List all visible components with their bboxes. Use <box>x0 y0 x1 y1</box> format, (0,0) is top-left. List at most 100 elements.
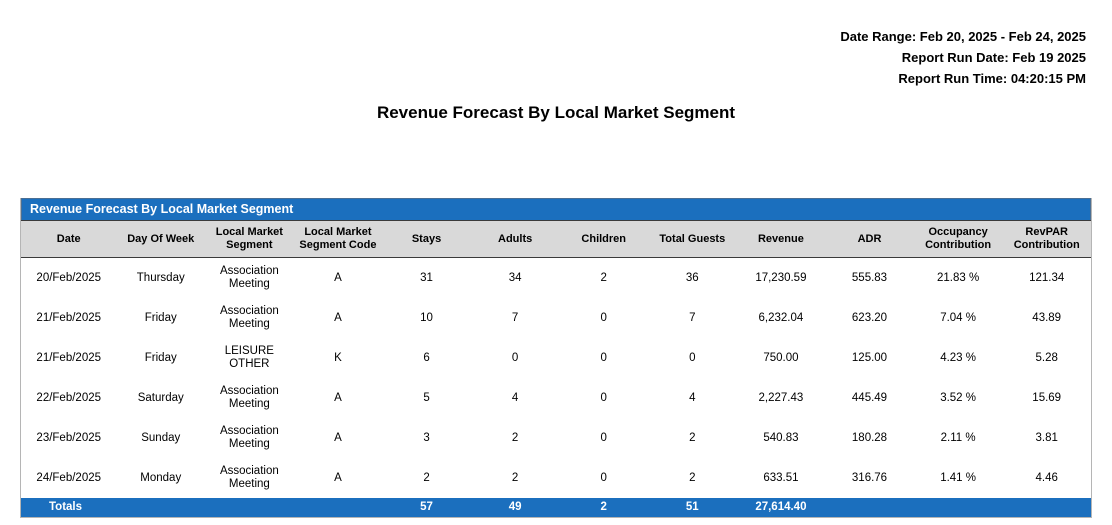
table-cell: 2.11 % <box>914 418 1003 458</box>
report-run-time-text: Report Run Time: 04:20:15 PM <box>840 68 1086 89</box>
table-cell: A <box>294 378 383 418</box>
table-cell: 2 <box>471 418 560 458</box>
table-cell: 0 <box>559 338 648 378</box>
table-cell: 5 <box>382 378 471 418</box>
table-cell: 180.28 <box>825 418 914 458</box>
table-cell: 633.51 <box>737 458 826 498</box>
table-cell: Association Meeting <box>205 378 294 418</box>
column-header: Local Market Segment Code <box>294 221 383 258</box>
table-cell: 125.00 <box>825 338 914 378</box>
table-cell: 750.00 <box>737 338 826 378</box>
totals-cell: 49 <box>471 498 560 517</box>
table-cell: 21.83 % <box>914 258 1003 299</box>
totals-cell <box>1002 498 1091 517</box>
table-cell: 0 <box>471 338 560 378</box>
table-cell: 15.69 <box>1002 378 1091 418</box>
table-row: 20/Feb/2025ThursdayAssociation MeetingA3… <box>21 258 1091 299</box>
table-row: 23/Feb/2025SundayAssociation MeetingA320… <box>21 418 1091 458</box>
column-header: Revenue <box>737 221 826 258</box>
date-range-text: Date Range: Feb 20, 2025 - Feb 24, 2025 <box>840 26 1086 47</box>
totals-cell: 27,614.40 <box>737 498 826 517</box>
report-meta: Date Range: Feb 20, 2025 - Feb 24, 2025 … <box>840 26 1086 89</box>
table-cell: 20/Feb/2025 <box>21 258 116 299</box>
table-row: 21/Feb/2025FridayLEISURE OTHERK6000750.0… <box>21 338 1091 378</box>
table-cell: Association Meeting <box>205 458 294 498</box>
table-cell: 43.89 <box>1002 298 1091 338</box>
table-cell: A <box>294 418 383 458</box>
table-cell: 1.41 % <box>914 458 1003 498</box>
column-header: RevPAR Contribution <box>1002 221 1091 258</box>
totals-cell: 57 <box>382 498 471 517</box>
totals-cell <box>294 498 383 517</box>
report-run-date-text: Report Run Date: Feb 19 2025 <box>840 47 1086 68</box>
table-cell: 555.83 <box>825 258 914 299</box>
report-table-section: Revenue Forecast By Local Market Segment… <box>20 198 1092 518</box>
table-cell: A <box>294 458 383 498</box>
totals-cell: 51 <box>648 498 737 517</box>
column-header: Local Market Segment <box>205 221 294 258</box>
table-cell: 6,232.04 <box>737 298 826 338</box>
table-cell: Sunday <box>116 418 205 458</box>
table-row: 22/Feb/2025SaturdayAssociation MeetingA5… <box>21 378 1091 418</box>
table-cell: 24/Feb/2025 <box>21 458 116 498</box>
column-header: Stays <box>382 221 471 258</box>
table-cell: 540.83 <box>737 418 826 458</box>
table-cell: 4 <box>648 378 737 418</box>
table-cell: 0 <box>559 418 648 458</box>
table-cell: 7 <box>471 298 560 338</box>
totals-row: Totals 574925127,614.40 <box>21 498 1091 517</box>
table-cell: A <box>294 298 383 338</box>
table-cell: LEISURE OTHER <box>205 338 294 378</box>
table-cell: 2 <box>648 458 737 498</box>
totals-label: Totals <box>21 498 116 517</box>
table-cell: Monday <box>116 458 205 498</box>
table-cell: Association Meeting <box>205 298 294 338</box>
table-body: 20/Feb/2025ThursdayAssociation MeetingA3… <box>21 258 1091 499</box>
report-page: Date Range: Feb 20, 2025 - Feb 24, 2025 … <box>0 0 1112 525</box>
totals-cell <box>825 498 914 517</box>
totals-cell <box>205 498 294 517</box>
table-cell: 31 <box>382 258 471 299</box>
table-cell: 36 <box>648 258 737 299</box>
table-cell: 121.34 <box>1002 258 1091 299</box>
table-cell: K <box>294 338 383 378</box>
table-cell: 10 <box>382 298 471 338</box>
table-cell: 3 <box>382 418 471 458</box>
totals-cell <box>116 498 205 517</box>
table-cell: 21/Feb/2025 <box>21 298 116 338</box>
column-header: ADR <box>825 221 914 258</box>
page-title: Revenue Forecast By Local Market Segment <box>0 103 1112 123</box>
table-header: DateDay Of WeekLocal Market SegmentLocal… <box>21 221 1091 258</box>
table-cell: 2 <box>648 418 737 458</box>
column-header: Total Guests <box>648 221 737 258</box>
table-cell: Saturday <box>116 378 205 418</box>
table-cell: 34 <box>471 258 560 299</box>
table-cell: Friday <box>116 298 205 338</box>
table-cell: 2 <box>559 258 648 299</box>
column-header: Adults <box>471 221 560 258</box>
table-cell: 623.20 <box>825 298 914 338</box>
table-cell: Thursday <box>116 258 205 299</box>
table-row: 24/Feb/2025MondayAssociation MeetingA 2 20… <box>21 458 1091 498</box>
table-cell: 6 <box>382 338 471 378</box>
table-cell: 22/Feb/2025 <box>21 378 116 418</box>
table-cell: 4.23 % <box>914 338 1003 378</box>
table-cell: 316.76 <box>825 458 914 498</box>
table-cell: A <box>294 258 383 299</box>
table-cell: 3.52 % <box>914 378 1003 418</box>
totals-cell <box>914 498 1003 517</box>
table-cell: 17,230.59 <box>737 258 826 299</box>
table-cell: 2,227.43 <box>737 378 826 418</box>
table-cell: 7 <box>648 298 737 338</box>
table-cell: 7.04 % <box>914 298 1003 338</box>
column-header: Occupancy Contribution <box>914 221 1003 258</box>
table-cell: 4 <box>471 378 560 418</box>
table-footer: Totals 574925127,614.40 <box>21 498 1091 517</box>
table-section-header: Revenue Forecast By Local Market Segment <box>21 198 1091 220</box>
table-cell: 0 <box>559 458 648 498</box>
table-cell: Association Meeting <box>205 258 294 299</box>
totals-cell: 2 <box>559 498 648 517</box>
table-cell: 2 <box>471 458 560 498</box>
column-header: Date <box>21 221 116 258</box>
table-cell: 5.28 <box>1002 338 1091 378</box>
